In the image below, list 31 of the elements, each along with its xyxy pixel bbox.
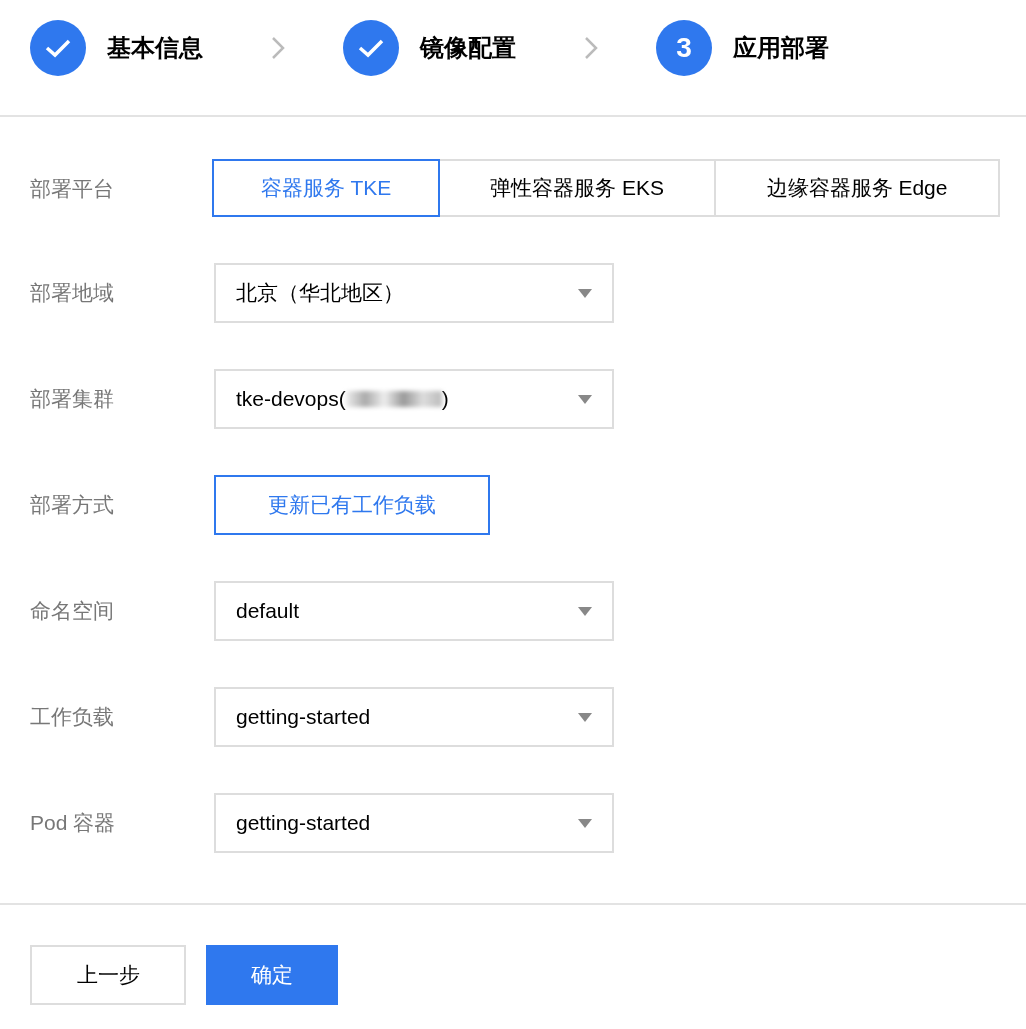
chevron-icon xyxy=(271,36,285,60)
dropdown-arrow-icon xyxy=(578,712,592,722)
field-label: 部署集群 xyxy=(30,386,115,412)
step-label: 基本信息 xyxy=(107,33,203,63)
confirm-button[interactable]: 确定 xyxy=(206,945,338,1005)
back-button[interactable]: 上一步 xyxy=(30,945,186,1005)
field-label: 部署地域 xyxy=(30,280,115,306)
field-label: 部署平台 xyxy=(30,176,115,202)
platform-option[interactable]: 边缘容器服务 Edge xyxy=(714,159,1000,217)
platform-option[interactable]: 弹性容器服务 EKS xyxy=(438,159,716,217)
select-field[interactable]: default xyxy=(214,581,614,641)
dropdown-arrow-icon xyxy=(578,818,592,828)
field-label: 命名空间 xyxy=(30,598,115,624)
check-icon xyxy=(358,38,384,58)
dropdown-arrow-icon xyxy=(578,606,592,616)
chevron-icon xyxy=(584,36,598,60)
step-number: 3 xyxy=(656,20,712,76)
dropdown-arrow-icon xyxy=(578,288,592,298)
step-label: 镜像配置 xyxy=(420,33,516,63)
platform-option[interactable]: 容器服务 TKE xyxy=(212,159,440,217)
deploy-mode-button[interactable]: 更新已有工作负载 xyxy=(214,475,490,535)
select-field[interactable]: getting-started xyxy=(214,793,614,853)
dropdown-arrow-icon xyxy=(578,394,592,404)
select-field[interactable]: getting-started xyxy=(214,687,614,747)
field-label: 部署方式 xyxy=(30,492,115,518)
field-label: 工作负载 xyxy=(30,704,115,730)
select-field[interactable]: tke-devops( ) xyxy=(214,369,614,429)
check-icon xyxy=(45,38,71,58)
step-label: 应用部署 xyxy=(733,33,829,63)
select-field[interactable]: 北京（华北地区） xyxy=(214,263,614,323)
field-label: Pod 容器 xyxy=(30,810,117,836)
